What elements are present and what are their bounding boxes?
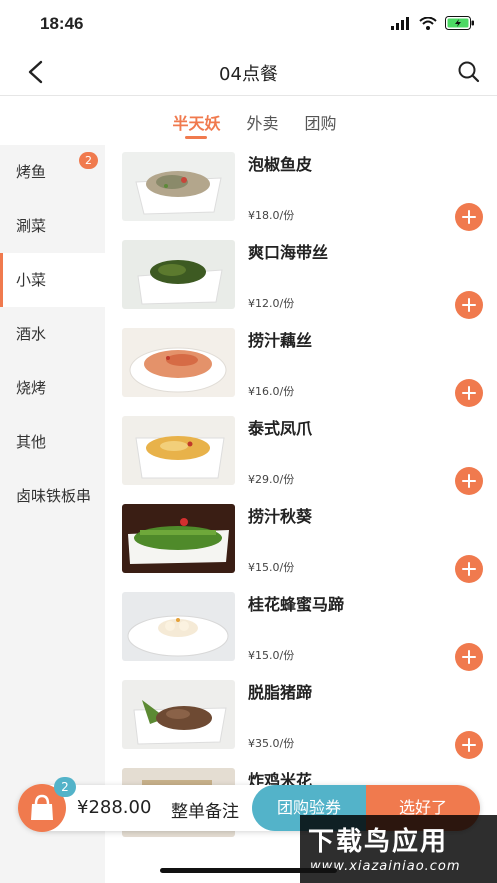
store-tabs: 半天妖 外卖 团购 — [0, 96, 497, 144]
dish-item[interactable]: 泰式凤爪 ¥29.0/份 — [105, 409, 497, 497]
dish-name: 捞汁秋葵 — [248, 507, 313, 526]
dish-price: ¥18.0/份 — [248, 209, 295, 222]
page-title: 04点餐 — [219, 64, 278, 85]
dish-image — [122, 328, 235, 397]
dish-name: 捞汁藕丝 — [248, 331, 313, 350]
dish-image — [122, 240, 235, 309]
nav-header: 04点餐 — [0, 48, 497, 96]
dish-image — [122, 592, 235, 661]
sidebar-item-grilled-fish[interactable]: 烤鱼 2 — [0, 145, 105, 199]
dish-item[interactable]: 捞汁藕丝 ¥16.0/份 — [105, 321, 497, 409]
sidebar-item-other[interactable]: 其他 — [0, 415, 105, 469]
add-to-cart-button[interactable] — [455, 291, 483, 319]
sidebar-item-side-dishes[interactable]: 小菜 — [0, 253, 105, 307]
dish-item[interactable]: 桂花蜂蜜马蹄 ¥15.0/份 — [105, 585, 497, 673]
dish-price: ¥15.0/份 — [248, 561, 295, 574]
add-to-cart-button[interactable] — [455, 379, 483, 407]
add-to-cart-button[interactable] — [455, 467, 483, 495]
tab-takeout[interactable]: 外卖 — [246, 96, 278, 144]
tab-group-buy[interactable]: 团购 — [305, 96, 337, 144]
dish-price: ¥15.0/份 — [248, 649, 295, 662]
sidebar-item-label: 烧烤 — [16, 379, 47, 397]
dish-name: 桂花蜂蜜马蹄 — [248, 595, 345, 614]
dish-name: 爽口海带丝 — [248, 243, 329, 262]
category-count-badge: 2 — [79, 152, 98, 169]
sidebar-item-braised-skewers[interactable]: 卤味铁板串 — [0, 469, 105, 523]
dish-image — [122, 152, 235, 221]
sidebar-item-label: 酒水 — [16, 325, 47, 343]
dish-list: 泡椒鱼皮 ¥18.0/份 爽口海带丝 ¥12.0/份 捞汁藕丝 ¥16.0/份 … — [105, 145, 497, 883]
dish-item[interactable]: 爽口海带丝 ¥12.0/份 — [105, 233, 497, 321]
dish-image — [122, 416, 235, 485]
status-time: 18:46 — [40, 14, 84, 33]
sidebar-item-label: 小菜 — [16, 271, 47, 289]
battery-icon — [445, 16, 474, 30]
sidebar-item-bbq[interactable]: 烧烤 — [0, 361, 105, 415]
add-to-cart-button[interactable] — [455, 643, 483, 671]
wifi-icon — [419, 16, 437, 30]
signal-icon — [391, 16, 409, 30]
dish-name: 泰式凤爪 — [248, 419, 313, 438]
status-icons — [391, 16, 475, 30]
dish-name: 脱脂猪蹄 — [248, 683, 313, 702]
sidebar-item-label: 其他 — [16, 433, 47, 451]
cart-count-badge: 2 — [54, 777, 76, 797]
dish-price: ¥12.0/份 — [248, 297, 295, 310]
dish-item[interactable]: 脱脂猪蹄 ¥35.0/份 — [105, 673, 497, 761]
sidebar-item-hotpot-veg[interactable]: 涮菜 — [0, 199, 105, 253]
tab-dine-in[interactable]: 半天妖 — [172, 96, 220, 144]
home-indicator — [160, 868, 337, 873]
dish-price: ¥35.0/份 — [248, 737, 295, 750]
sidebar-item-label: 涮菜 — [16, 217, 47, 235]
sidebar-item-label: 烤鱼 — [16, 163, 47, 181]
add-to-cart-button[interactable] — [455, 203, 483, 231]
add-to-cart-button[interactable] — [455, 731, 483, 759]
sidebar-item-drinks[interactable]: 酒水 — [0, 307, 105, 361]
dish-name: 泡椒鱼皮 — [248, 155, 313, 174]
search-icon[interactable] — [457, 60, 481, 84]
cart-total: ¥288.00 — [77, 797, 152, 818]
dish-item[interactable]: 捞汁秋葵 ¥15.0/份 — [105, 497, 497, 585]
dish-image — [122, 504, 235, 573]
dish-price: ¥29.0/份 — [248, 473, 295, 486]
status-bar: 18:46 — [0, 0, 497, 48]
sidebar-item-label: 卤味铁板串 — [16, 487, 92, 505]
dish-item[interactable]: 泡椒鱼皮 ¥18.0/份 — [105, 145, 497, 233]
order-note-button[interactable]: 整单备注 — [171, 797, 239, 822]
category-sidebar: 烤鱼 2 涮菜 小菜 酒水 烧烤 其他 卤味铁板串 — [0, 145, 105, 883]
dish-price: ¥16.0/份 — [248, 385, 295, 398]
add-to-cart-button[interactable] — [455, 555, 483, 583]
watermark-title: 下载鸟应用 — [308, 827, 449, 857]
dish-image — [122, 680, 235, 749]
